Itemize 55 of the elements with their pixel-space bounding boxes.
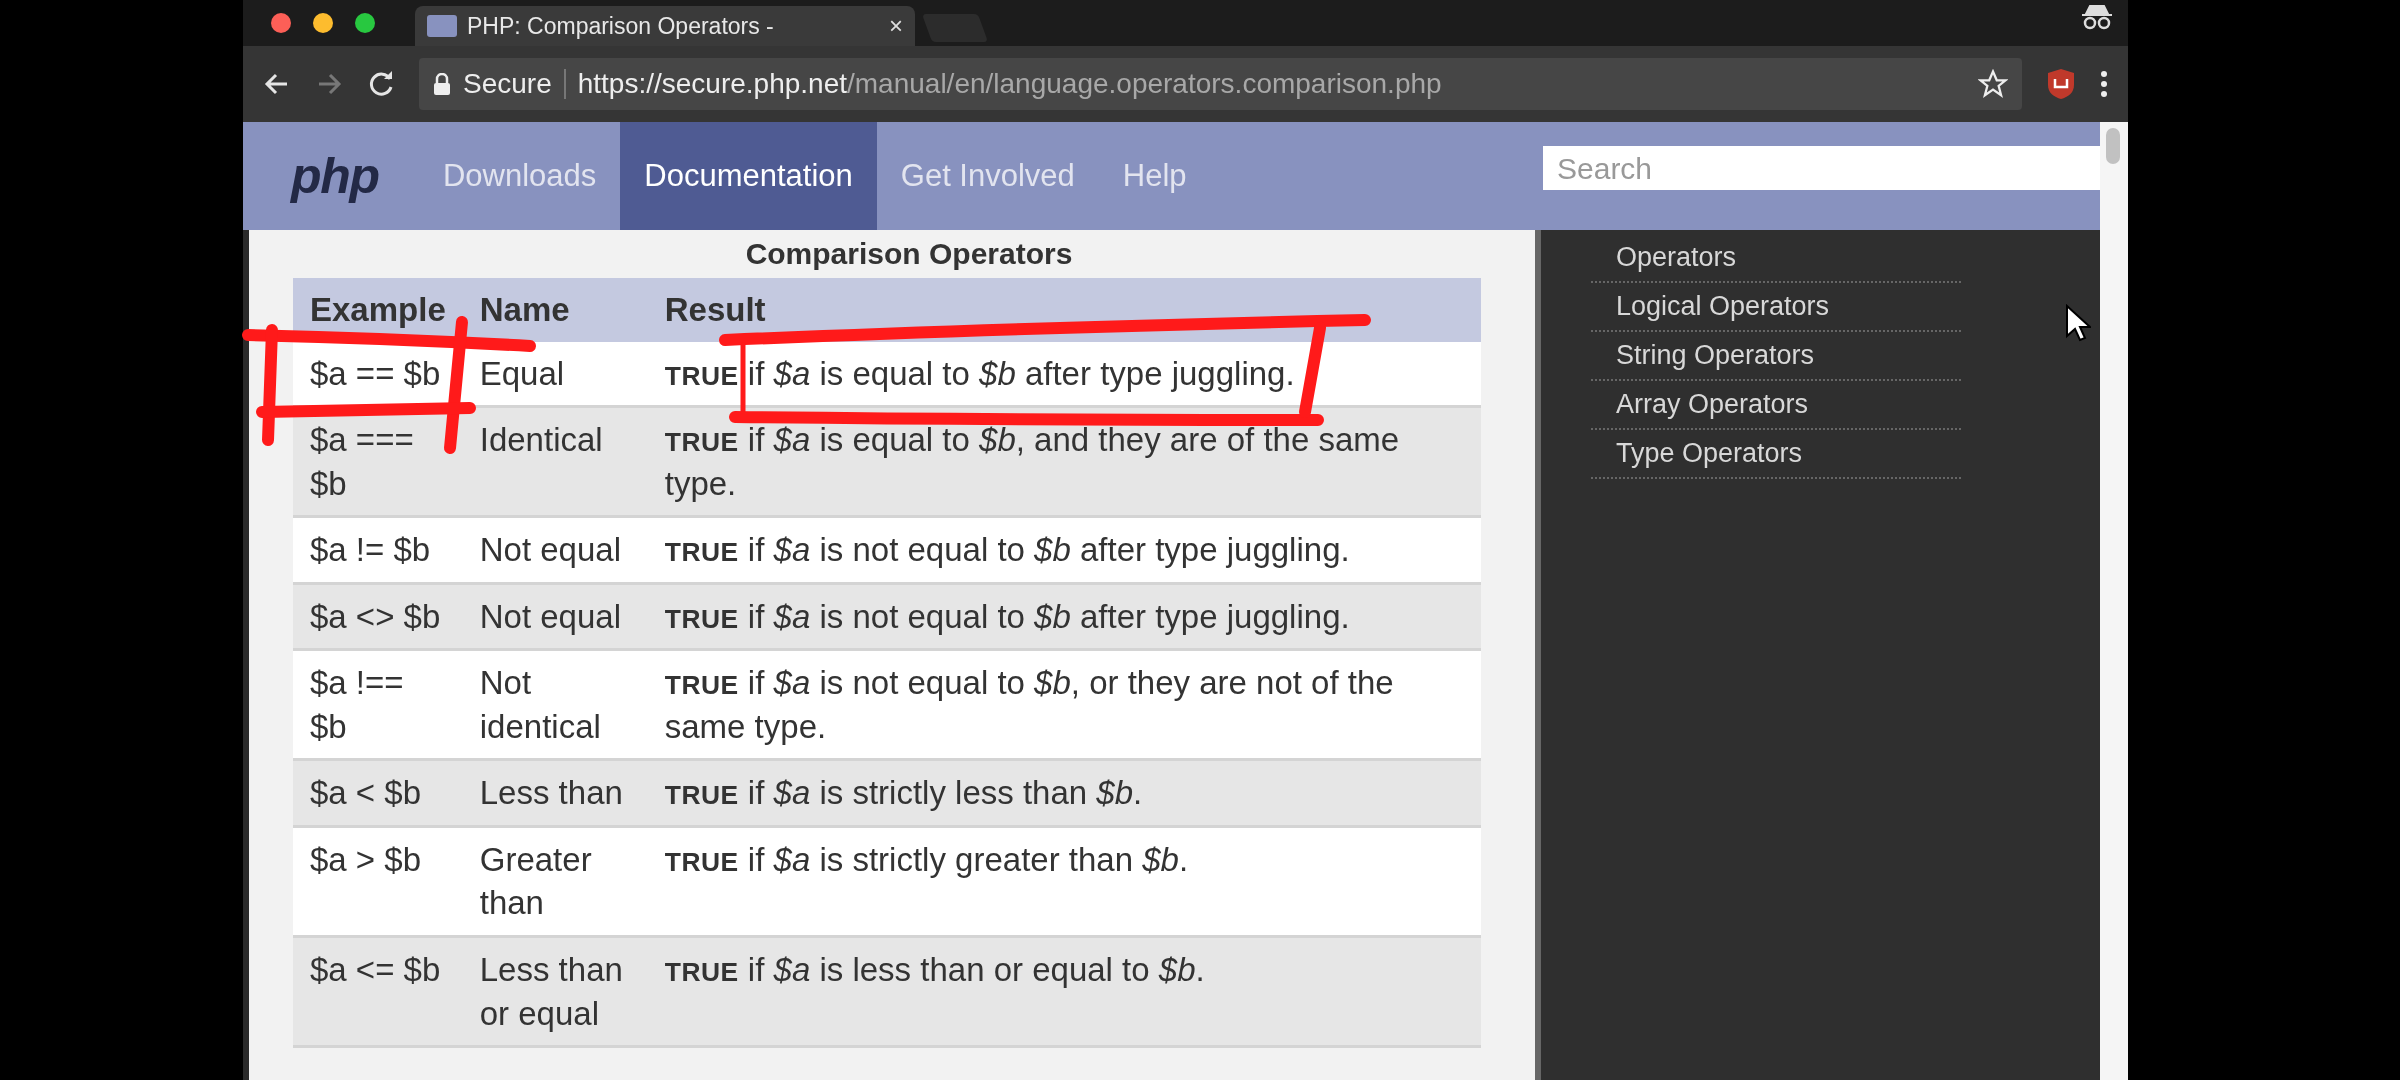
example-cell: $a == $b <box>293 341 463 407</box>
url-text: https://secure.php.net/manual/en/language.operators.comparison.php <box>577 67 1442 101</box>
tab-title: PHP: Comparison Operators - <box>467 11 774 41</box>
php-logo[interactable]: php <box>291 138 379 214</box>
php-favicon-icon <box>427 15 457 37</box>
column-header: Result <box>647 278 1481 342</box>
mouse-cursor-icon <box>2065 304 2091 342</box>
example-cell: $a < $b <box>293 759 463 827</box>
close-window-button[interactable] <box>271 13 291 33</box>
example-cell: $a != $b <box>293 516 463 584</box>
name-cell: Not identical <box>462 649 648 760</box>
example-cell: $a <= $b <box>293 936 463 1047</box>
browser-tab[interactable]: PHP: Comparison Operators - × <box>415 6 915 46</box>
result-cell: TRUE if $a is not equal to $b, or they are not of the same type. <box>647 649 1481 760</box>
result-cell: TRUE if $a is not equal to $b after type juggling. <box>647 583 1481 650</box>
name-cell: Not equal <box>462 516 648 584</box>
minimize-window-button[interactable] <box>313 13 333 33</box>
sidebar-link[interactable]: Type Operators <box>1591 430 1961 479</box>
sidebar-link[interactable]: String Operators <box>1591 332 1961 381</box>
name-cell: Less than <box>462 759 648 827</box>
sidebar-link[interactable]: Logical Operators <box>1591 283 1961 332</box>
example-cell: $a > $b <box>293 826 463 937</box>
maximize-window-button[interactable] <box>355 13 375 33</box>
menu-icon[interactable] <box>2100 70 2108 98</box>
sidebar-link[interactable]: Operators <box>1591 234 1961 283</box>
result-cell: TRUE if $a is strictly greater than $b. <box>647 826 1481 937</box>
name-cell: Identical <box>462 406 648 517</box>
name-cell: Equal <box>462 341 648 407</box>
scrollbar-thumb[interactable] <box>2106 128 2120 164</box>
search-field[interactable]: Search <box>1543 146 2100 190</box>
result-cell: TRUE if $a is equal to $b after type juggling. <box>647 341 1481 407</box>
close-tab-button[interactable]: × <box>889 8 903 44</box>
column-header: Name <box>462 278 648 342</box>
bookmark-star-icon[interactable] <box>1978 69 2008 99</box>
result-cell: TRUE if $a is equal to $b, and they are of the same type. <box>647 406 1481 517</box>
name-cell: Greater than <box>462 826 648 937</box>
secure-label: Secure <box>463 67 552 101</box>
table-caption: Comparison Operators <box>744 238 1074 272</box>
result-cell: TRUE if $a is strictly less than $b. <box>647 759 1481 827</box>
lock-icon <box>433 73 451 95</box>
nav-link[interactable]: Documentation <box>620 122 877 230</box>
incognito-icon <box>2080 4 2114 30</box>
name-cell: Less than or equal <box>462 936 648 1047</box>
name-cell: Not equal <box>462 583 648 650</box>
example-cell: $a === $b <box>293 406 463 517</box>
example-cell: $a <> $b <box>293 583 463 650</box>
result-cell: TRUE if $a is not equal to $b after type juggling. <box>647 516 1481 584</box>
sidebar-link[interactable]: Array Operators <box>1591 381 1961 430</box>
column-header: Example <box>293 278 463 342</box>
example-cell: $a !== $b <box>293 649 463 760</box>
reload-icon[interactable] <box>367 70 395 98</box>
result-cell: TRUE if $a is less than or equal to $b. <box>647 936 1481 1047</box>
address-bar[interactable]: Secure https://secure.php.net/manual/en/language.operators.comparison.php <box>419 58 2022 110</box>
scrollbar[interactable] <box>2100 122 2128 1080</box>
shield-extension-icon[interactable] <box>2046 68 2076 100</box>
